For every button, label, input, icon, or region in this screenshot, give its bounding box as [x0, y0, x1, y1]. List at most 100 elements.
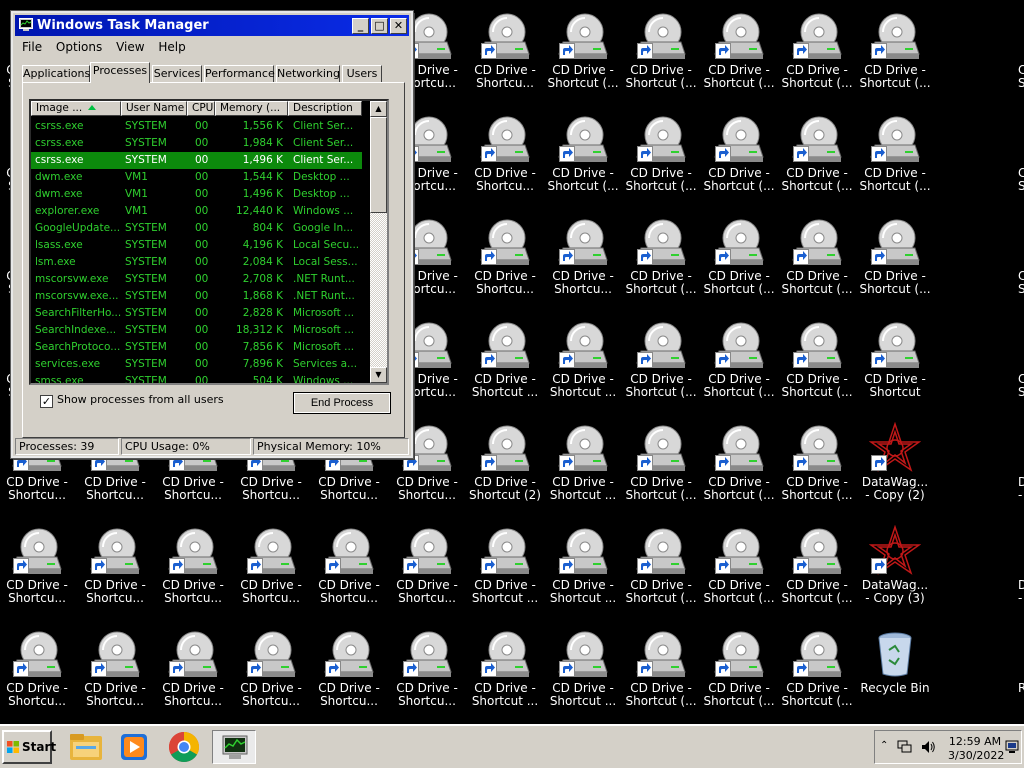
desktop-icon-cd-drive-shortcut[interactable]: CD Drive - Shortcut — [858, 319, 932, 419]
desktop-icon-cd-drive-shortcut[interactable]: CD Drive - Shortcut ... — [468, 525, 542, 625]
task-manager-window[interactable]: Windows Task Manager _ □ ✕ File Options … — [10, 10, 414, 459]
desktop-icon-cd-drive-shortcut[interactable]: CD Drive - Shortcut (... — [546, 10, 620, 110]
show-all-processes-checkbox[interactable]: ✓ Show processes from all users — [40, 393, 224, 408]
desktop-icon-cd-drive-shortcut[interactable]: CD Drive - Shortcu... — [0, 628, 74, 722]
desktop-icon-cd-drive-shortcut[interactable]: CD Drive - Shortcut (... — [702, 628, 776, 722]
close-button[interactable]: ✕ — [390, 18, 407, 34]
desktop-icon-cd-drive-shortcut[interactable]: CD Drive - Shortcut ... — [468, 319, 542, 419]
desktop-icon-cd-drive-shortcut[interactable]: CD Drive - Shortcut (2) — [468, 422, 542, 522]
desktop-icon-cd-drive-shortcut[interactable]: CD Drive - Shortcut (... — [780, 319, 854, 419]
table-row[interactable]: csrss.exe SYSTEM 00 1,556 K Client Ser... — [31, 118, 362, 135]
desktop-icon-cd-drive-shortcut[interactable]: CD Drive - Shortcu... — [312, 525, 386, 625]
scroll-thumb[interactable] — [370, 117, 387, 213]
taskbar-task-manager[interactable] — [212, 730, 256, 764]
desktop-icon-cd-drive-shortcut[interactable]: CD Drive - Shortcu... — [0, 525, 74, 625]
desktop-icon-cd-drive-shortcut[interactable]: CD Drive - Shortcut (... — [702, 216, 776, 316]
desktop-icon-cd-drive-shortcut[interactable]: CD Drive - Shortcut (... — [858, 216, 932, 316]
table-row[interactable]: SearchFilterHo... SYSTEM 00 2,828 K Microsof… — [31, 305, 362, 322]
desktop-icon-cd-drive-shortcut[interactable]: CD Drive - Shortcu... — [156, 525, 230, 625]
desktop-icon-cd-drive-shortcut[interactable]: CD Drive - Shortcut (... — [702, 113, 776, 213]
menu-view[interactable]: View — [111, 38, 149, 56]
desktop-icon-datawag-shortcut[interactable]: DataWag... - Copy (2) — [1018, 422, 1024, 522]
table-row[interactable]: dwm.exe VM1 00 1,496 K Desktop ... — [31, 186, 362, 203]
desktop-icon-cd-drive-shortcut[interactable]: CD Drive - Shortcu... — [78, 525, 152, 625]
desktop-icon-cd-drive-shortcut[interactable]: CD Drive - Shortcu... — [234, 525, 308, 625]
table-row[interactable]: GoogleUpdate... SYSTEM 00 804 K Google In... — [31, 220, 362, 237]
table-row[interactable]: smss.exe SYSTEM 00 504 K Windows ... — [31, 373, 362, 383]
desktop-icon-cd-drive-shortcut[interactable]: CD Drive - Shortcut (... — [546, 113, 620, 213]
desktop-icon-cd-drive-shortcut[interactable]: CD Drive - Shortcut (... — [858, 113, 932, 213]
menu-options[interactable]: Options — [51, 38, 107, 56]
desktop-icon-cd-drive-shortcut[interactable]: CD Drive - Shortcut (... — [624, 10, 698, 110]
desktop-icon-cd-drive-shortcut[interactable]: CD Drive - Shortcut (... — [1018, 216, 1024, 316]
desktop-icon-cd-drive-shortcut[interactable]: CD Drive - Shortcu... — [390, 628, 464, 722]
table-row[interactable]: csrss.exe SYSTEM 00 1,984 K Client Ser... — [31, 135, 362, 152]
desktop-icon-cd-drive-shortcut[interactable]: CD Drive - Shortcut (... — [780, 10, 854, 110]
desktop-icon-cd-drive-shortcut[interactable]: CD Drive - Shortcu... — [468, 113, 542, 213]
desktop-icon-cd-drive-shortcut[interactable]: CD Drive - Shortcut (... — [624, 319, 698, 419]
desktop-icon-cd-drive-shortcut[interactable]: CD Drive - Shortcut (... — [780, 113, 854, 213]
desktop-icon-cd-drive-shortcut[interactable]: CD Drive - Shortcu... — [468, 10, 542, 110]
desktop-icon-cd-drive-shortcut[interactable]: CD Drive - Shortcut (... — [780, 216, 854, 316]
tab-applications[interactable]: Applications — [22, 65, 90, 82]
desktop-icon-cd-drive-shortcut[interactable]: CD Drive - Shortcut (... — [702, 422, 776, 522]
tab-performance[interactable]: Performance — [204, 65, 275, 82]
desktop-icon-cd-drive-shortcut[interactable]: CD Drive - Shortcu... — [390, 525, 464, 625]
vertical-scrollbar[interactable]: ▲ ▼ — [370, 101, 387, 383]
desktop-icon-cd-drive-shortcut[interactable]: CD Drive - Shortcut (... — [624, 628, 698, 722]
desktop-icon-cd-drive-shortcut[interactable]: CD Drive - Shortcut (... — [624, 525, 698, 625]
desktop-icon-cd-drive-shortcut[interactable]: CD Drive - Shortcut (... — [1018, 319, 1024, 419]
end-process-button[interactable]: End Process — [293, 392, 391, 414]
column-header-description[interactable]: Description — [288, 101, 362, 116]
desktop-icon-cd-drive-shortcut[interactable]: CD Drive - Shortcut (... — [702, 525, 776, 625]
clock-time[interactable]: 12:59 AM — [948, 735, 1002, 748]
desktop-icon-cd-drive-shortcut[interactable]: CD Drive - Shortcut (... — [858, 10, 932, 110]
volume-icon[interactable] — [920, 740, 936, 754]
tab-processes[interactable]: Processes — [90, 62, 150, 83]
menu-file[interactable]: File — [17, 38, 47, 56]
desktop-icon-cd-drive-shortcut[interactable]: CD Drive - Shortcu... — [78, 628, 152, 722]
desktop-icon-cd-drive-shortcut[interactable]: CD Drive - Shortcut ... — [468, 628, 542, 722]
clock-date[interactable]: 3/30/2022 — [948, 749, 1004, 762]
desktop-icon-cd-drive-shortcut[interactable]: CD Drive - Shortcut (... — [780, 422, 854, 522]
desktop-icon-cd-drive-shortcut[interactable]: CD Drive - Shortcut ... — [546, 422, 620, 522]
table-row[interactable]: dwm.exe VM1 00 1,544 K Desktop ... — [31, 169, 362, 186]
table-row[interactable]: csrss.exe SYSTEM 00 1,496 K Client Ser... — [31, 152, 362, 169]
desktop-icon-cd-drive-shortcut[interactable]: CD Drive - Shortcu... — [468, 216, 542, 316]
desktop-icon-datawag-shortcut[interactable]: DataWag... - Copy (3) — [1018, 525, 1024, 625]
desktop-icon-datawag-shortcut[interactable]: DataWag... - Copy (3) — [858, 524, 932, 625]
tab-networking[interactable]: Networking — [276, 65, 340, 82]
column-header-image[interactable]: Image ... — [31, 101, 121, 116]
table-row[interactable]: services.exe SYSTEM 00 7,896 K Services a... — [31, 356, 362, 373]
taskbar-media-player[interactable] — [112, 730, 156, 764]
show-desktop-icon[interactable] — [1005, 740, 1019, 754]
column-header-user[interactable]: User Name — [121, 101, 187, 116]
desktop-icon-cd-drive-shortcut[interactable]: CD Drive - Shortcut (... — [1018, 10, 1024, 110]
desktop-icon-cd-drive-shortcut[interactable]: CD Drive - Shortcu... — [156, 628, 230, 722]
desktop-icon-cd-drive-shortcut[interactable]: CD Drive - Shortcut ... — [546, 525, 620, 625]
desktop-icon-cd-drive-shortcut[interactable]: CD Drive - Shortcut ... — [546, 628, 620, 722]
desktop-icon-cd-drive-shortcut[interactable]: CD Drive - Shortcu... — [312, 628, 386, 722]
table-row[interactable]: lsm.exe SYSTEM 00 2,084 K Local Sess... — [31, 254, 362, 271]
menu-help[interactable]: Help — [153, 38, 190, 56]
start-button[interactable]: Start — [2, 730, 56, 764]
desktop-icon-cd-drive-shortcut[interactable]: CD Drive - Shortcu... — [546, 216, 620, 316]
title-bar[interactable]: Windows Task Manager _ □ ✕ — [15, 15, 409, 36]
column-header-cpu[interactable]: CPU — [187, 101, 215, 116]
tab-services[interactable]: Services — [152, 65, 202, 82]
desktop-icon-recycle-bin[interactable]: Recycle Bin — [858, 628, 932, 722]
desktop-icon-cd-drive-shortcut[interactable]: CD Drive - Shortcut (... — [702, 319, 776, 419]
table-row[interactable]: explorer.exe VM1 00 12,440 K Windows ... — [31, 203, 362, 220]
column-header-memory[interactable]: Memory (... — [215, 101, 288, 116]
desktop-icon-cd-drive-shortcut[interactable]: CD Drive - Shortcut (... — [624, 422, 698, 522]
desktop-icon-cd-drive-shortcut[interactable]: CD Drive - Shortcut (... — [780, 525, 854, 625]
minimize-button[interactable]: _ — [352, 18, 369, 34]
desktop-icon-cd-drive-shortcut[interactable]: CD Drive - Shortcut ... — [546, 319, 620, 419]
desktop-icon-cd-drive-shortcut[interactable]: CD Drive - Shortcut (... — [1018, 113, 1024, 213]
table-row[interactable]: SearchProtoco... SYSTEM 00 7,856 K Microsoft… — [31, 339, 362, 356]
desktop-icon-recycle-bin[interactable]: Recycle Bin — [1018, 628, 1024, 722]
desktop-icon-cd-drive-shortcut[interactable]: CD Drive - Shortcut (... — [780, 628, 854, 722]
maximize-button[interactable]: □ — [371, 18, 388, 34]
desktop-icon-datawag-shortcut[interactable]: DataWag... - Copy (2) — [858, 421, 932, 522]
desktop-icon-cd-drive-shortcut[interactable]: CD Drive - Shortcut (... — [624, 113, 698, 213]
